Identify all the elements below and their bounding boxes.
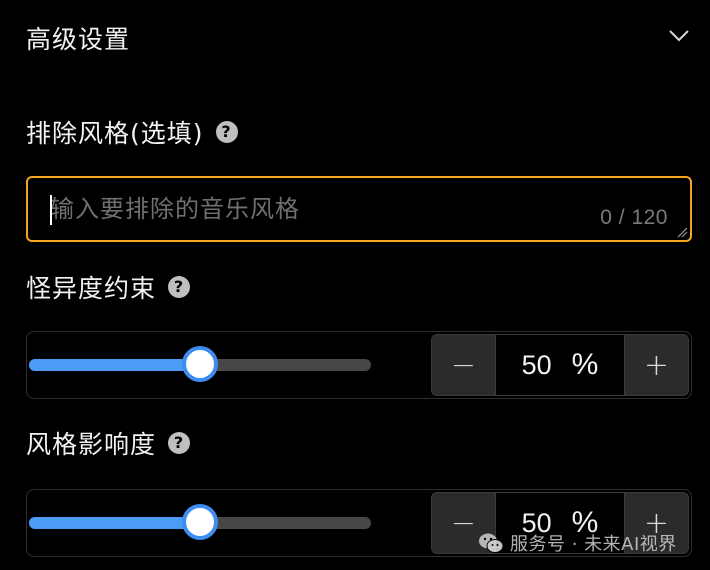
help-icon[interactable]: ? — [168, 276, 191, 298]
weirdness-label: 怪异度约束 — [26, 274, 157, 303]
help-icon[interactable]: ? — [168, 432, 191, 454]
style-influence-slider-track[interactable] — [29, 504, 371, 540]
style-influence-label: 风格影响度 — [26, 430, 157, 459]
percent-unit: % — [571, 348, 599, 381]
advanced-settings-panel: 高级设置 排除风格(选填) ? 0 / 120 怪异度约束 ? − 50 — [0, 0, 710, 570]
weirdness-value: 50 — [521, 349, 552, 380]
weirdness-slider-track[interactable] — [29, 346, 371, 382]
style-influence-slider-thumb[interactable] — [182, 504, 218, 540]
watermark-text: 服务号 · 未来AI视界 — [510, 534, 677, 555]
exclude-style-input[interactable] — [50, 178, 570, 240]
exclude-style-label: 排除风格(选填) — [26, 119, 204, 148]
watermark: 服务号 · 未来AI视界 — [478, 530, 677, 556]
weirdness-stepper: − 50 % + — [431, 334, 689, 396]
weirdness-value-field[interactable]: 50 % — [496, 335, 624, 395]
weirdness-slider-fill — [29, 359, 200, 371]
decrement-button[interactable]: − — [432, 335, 496, 395]
weirdness-label-row: 怪异度约束 ? — [26, 269, 191, 305]
increment-button[interactable]: + — [624, 335, 688, 395]
char-counter: 0 / 120 — [600, 206, 668, 229]
chevron-down-icon[interactable] — [668, 27, 690, 43]
weirdness-control: − 50 % + — [26, 331, 692, 399]
text-caret — [50, 195, 52, 225]
section-title: 高级设置 — [26, 25, 131, 54]
weirdness-slider-thumb[interactable] — [182, 346, 218, 382]
advanced-settings-header[interactable]: 高级设置 — [0, 0, 710, 74]
resize-handle-icon[interactable] — [676, 226, 688, 238]
help-icon[interactable]: ? — [215, 121, 238, 143]
style-influence-label-row: 风格影响度 ? — [26, 425, 191, 461]
wechat-icon — [479, 533, 504, 553]
style-influence-slider-fill — [29, 517, 200, 529]
exclude-style-label-row: 排除风格(选填) ? — [26, 114, 238, 150]
exclude-style-textarea[interactable]: 0 / 120 — [26, 176, 692, 242]
